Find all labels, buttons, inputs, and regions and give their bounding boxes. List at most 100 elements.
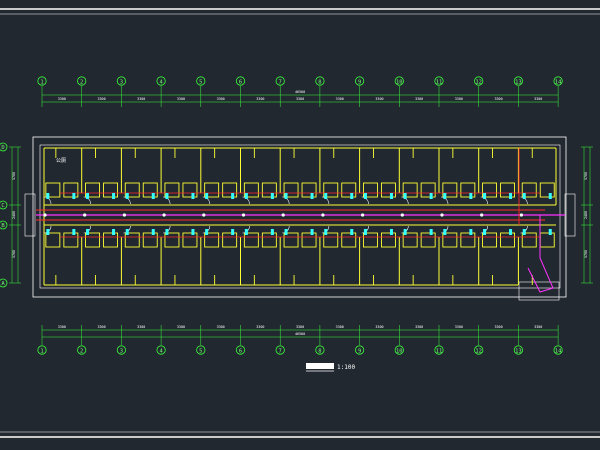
fixture-valve <box>522 193 526 199</box>
top-dimension-chain: 3300 3300 3300 3300 3300 3300 3300 3300 3300 3300… <box>41 86 559 107</box>
bath-pod-south-a <box>164 232 180 248</box>
fixture-valve <box>429 229 433 235</box>
row-bubble-label: A <box>1 281 5 287</box>
bath-pod-south-a <box>482 232 497 248</box>
fixture-valve <box>324 193 328 199</box>
fixture-valve <box>389 193 393 199</box>
grid-bubble-bottom-label: 6 <box>239 348 242 354</box>
cleanout <box>440 213 444 217</box>
bath-pod-north-b <box>222 182 238 198</box>
fixture-valve <box>363 193 367 199</box>
grid-bubble-top-label: 2 <box>80 79 83 85</box>
bath-pod-north-b <box>341 182 357 198</box>
room-walls <box>43 147 557 286</box>
bath-pod-south-b <box>381 232 396 248</box>
fixture-valve <box>72 229 76 235</box>
bottom-dim-label: 3300 <box>97 325 105 329</box>
fixture-valve <box>86 229 90 235</box>
bath-pod-south-b <box>261 232 277 248</box>
bottom-dim-label: 3300 <box>415 325 423 329</box>
bath-pod-south-b <box>460 232 476 248</box>
cleanout <box>281 213 285 217</box>
grid-bubble-top-label: 5 <box>199 79 202 85</box>
fixture-valve <box>165 193 169 199</box>
bottom-dim-label: 3300 <box>375 325 383 329</box>
top-dim-label: 3300 <box>137 97 145 101</box>
top-dim-label: 3300 <box>296 97 304 101</box>
bath-pod-south-a <box>85 232 101 248</box>
top-dim-label: 3300 <box>375 97 383 101</box>
grid-bubble-bottom-label: 11 <box>436 348 443 354</box>
east-entrance <box>564 193 576 237</box>
grid-bubble-bottom-label: 3 <box>120 348 123 354</box>
side-dim-label: 5700 <box>584 172 588 180</box>
fixture-valve <box>403 229 407 235</box>
grid-bubble-bottom-label: 13 <box>515 348 522 354</box>
fixture-valve <box>509 193 513 199</box>
bath-pod-south-b <box>103 232 119 248</box>
side-dim-label: 2400 <box>584 211 588 219</box>
grid-bubble-bottom-label: 7 <box>279 348 282 354</box>
cleanout <box>43 213 47 217</box>
cleanout <box>361 213 365 217</box>
grid-bubble-bottom-label: 1 <box>40 348 43 354</box>
bath-pod-north-b <box>142 182 158 198</box>
bath-pod-south-a <box>402 232 418 248</box>
side-dim-label: 5700 <box>12 250 16 258</box>
fixture-valve <box>389 229 393 235</box>
bath-pod-north-b <box>301 182 317 198</box>
side-dim-label: 5700 <box>584 250 588 258</box>
drawing-scale: 1:100 <box>337 364 355 371</box>
fixture-valve <box>310 229 314 235</box>
fixture-valve <box>443 193 447 199</box>
bottom-dim-label: 3300 <box>217 325 225 329</box>
side-dim-label: 2400 <box>12 211 16 219</box>
grid-bubble-bottom-label: 9 <box>358 348 361 354</box>
drawing-frame <box>0 8 600 438</box>
pipe-network <box>36 148 565 293</box>
fixture-valve <box>469 193 473 199</box>
bath-pod-south-a <box>521 232 537 248</box>
bath-pod-north-b <box>182 182 198 198</box>
top-dim-label: 3300 <box>494 97 502 101</box>
drawing-title-block: 1:100 <box>306 363 355 372</box>
top-dim-label: 3300 <box>336 97 344 101</box>
top-dim-label: 3300 <box>177 97 185 101</box>
fixture-valve <box>151 229 155 235</box>
bath-pod-south-a <box>243 232 259 248</box>
fixture-valve <box>46 193 50 199</box>
bath-pod-north-b <box>63 182 79 198</box>
bath-pod-south-b <box>222 232 238 248</box>
row-bubble-label: C <box>1 203 4 209</box>
top-total-dim: 46500 <box>295 90 305 94</box>
fixture-valve <box>231 229 235 235</box>
grid-bubble-top-label: 9 <box>358 79 361 85</box>
grid-bubble-top-label: 12 <box>475 79 482 85</box>
fixture-valve <box>403 193 407 199</box>
bottom-total-dim: 46500 <box>295 332 305 336</box>
fixture-valve <box>231 193 235 199</box>
fixture-valve <box>125 229 129 235</box>
fixture-valve <box>483 229 487 235</box>
fixture-valve <box>363 229 367 235</box>
fixture-valve <box>483 193 487 199</box>
bath-pod-north-b <box>261 182 277 198</box>
fixture-valve <box>270 229 274 235</box>
top-dim-label: 3300 <box>256 97 264 101</box>
bath-pod-north-b <box>500 182 515 198</box>
fixture-valve <box>443 229 447 235</box>
grid-bubble-bottom-label: 10 <box>396 348 403 354</box>
fixture-valve <box>429 193 433 199</box>
cleanout <box>202 213 206 217</box>
row-grid-bubbles: D C B A <box>0 142 8 288</box>
top-dim-label: 3300 <box>415 97 423 101</box>
fixture-valve <box>350 229 354 235</box>
fixture-valve <box>191 229 195 235</box>
top-dim-label: 3300 <box>534 97 542 101</box>
fixture-valve <box>284 193 288 199</box>
fixture-valve <box>244 229 248 235</box>
grid-bubble-top-label: 6 <box>239 79 242 85</box>
grid-bubble-top-label: 1 <box>40 79 43 85</box>
fixture-valve <box>165 229 169 235</box>
top-dim-label: 3300 <box>97 97 105 101</box>
